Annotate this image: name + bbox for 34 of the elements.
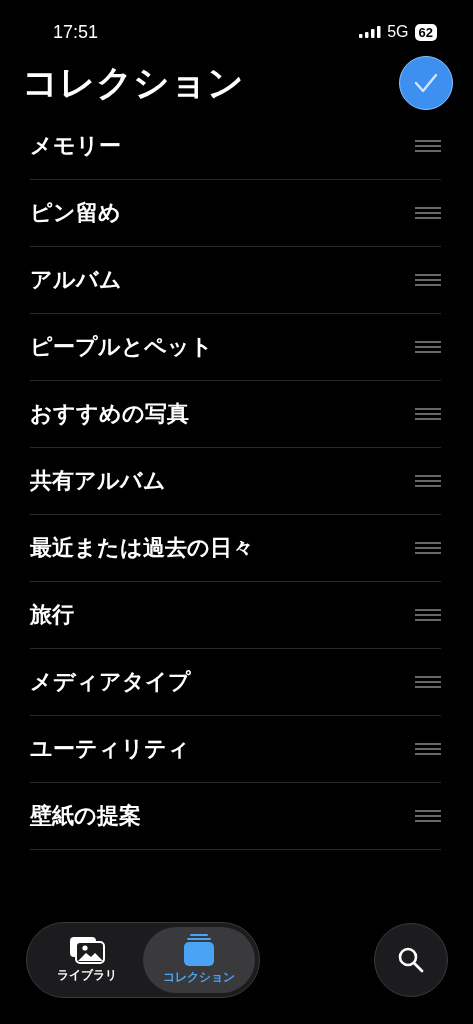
reorder-handle-icon[interactable] xyxy=(415,140,441,152)
reorder-handle-icon[interactable] xyxy=(415,408,441,420)
reorder-handle-icon[interactable] xyxy=(415,609,441,621)
reorder-handle-icon[interactable] xyxy=(415,341,441,353)
tab[interactable]: ライブラリ xyxy=(31,927,143,993)
reorder-handle-icon[interactable] xyxy=(415,743,441,755)
reorder-handle-icon[interactable] xyxy=(415,676,441,688)
reorder-handle-icon[interactable] xyxy=(415,475,441,487)
collection-item[interactable]: ピン留め xyxy=(30,198,121,228)
collection-item[interactable]: 共有アルバム xyxy=(30,466,166,496)
photos-icon xyxy=(69,936,105,964)
collection-item[interactable]: 壁紙の提案 xyxy=(30,801,141,831)
stack-icon xyxy=(184,934,214,966)
search-icon xyxy=(397,946,425,974)
reorder-handle-icon[interactable] xyxy=(415,810,441,822)
reorder-handle-icon[interactable] xyxy=(415,542,441,554)
page-title: コレクション xyxy=(22,60,244,105)
collection-item[interactable]: おすすめの写真 xyxy=(30,399,189,429)
collection-item[interactable]: ピープルとペット xyxy=(30,332,213,362)
reorder-handle-icon[interactable] xyxy=(415,207,441,219)
battery-level: 62 xyxy=(414,23,437,41)
reorder-handle-icon[interactable] xyxy=(415,274,441,286)
collection-item[interactable]: ユーティリティ xyxy=(30,734,190,764)
collection-item[interactable]: 最近または過去の日々 xyxy=(30,533,254,563)
collection-item[interactable]: メモリー xyxy=(30,131,121,161)
status-time: 17:51 xyxy=(53,21,99,43)
signal-icon xyxy=(359,26,382,38)
checkmark-icon xyxy=(413,72,439,94)
tab[interactable]: コレクション xyxy=(143,927,255,993)
done-button[interactable] xyxy=(399,56,453,110)
collection-item[interactable]: アルバム xyxy=(30,265,122,295)
collection-item[interactable]: メディアタイプ xyxy=(30,667,191,697)
collection-item[interactable]: 旅行 xyxy=(30,600,74,630)
network-label: 5G xyxy=(387,23,409,41)
